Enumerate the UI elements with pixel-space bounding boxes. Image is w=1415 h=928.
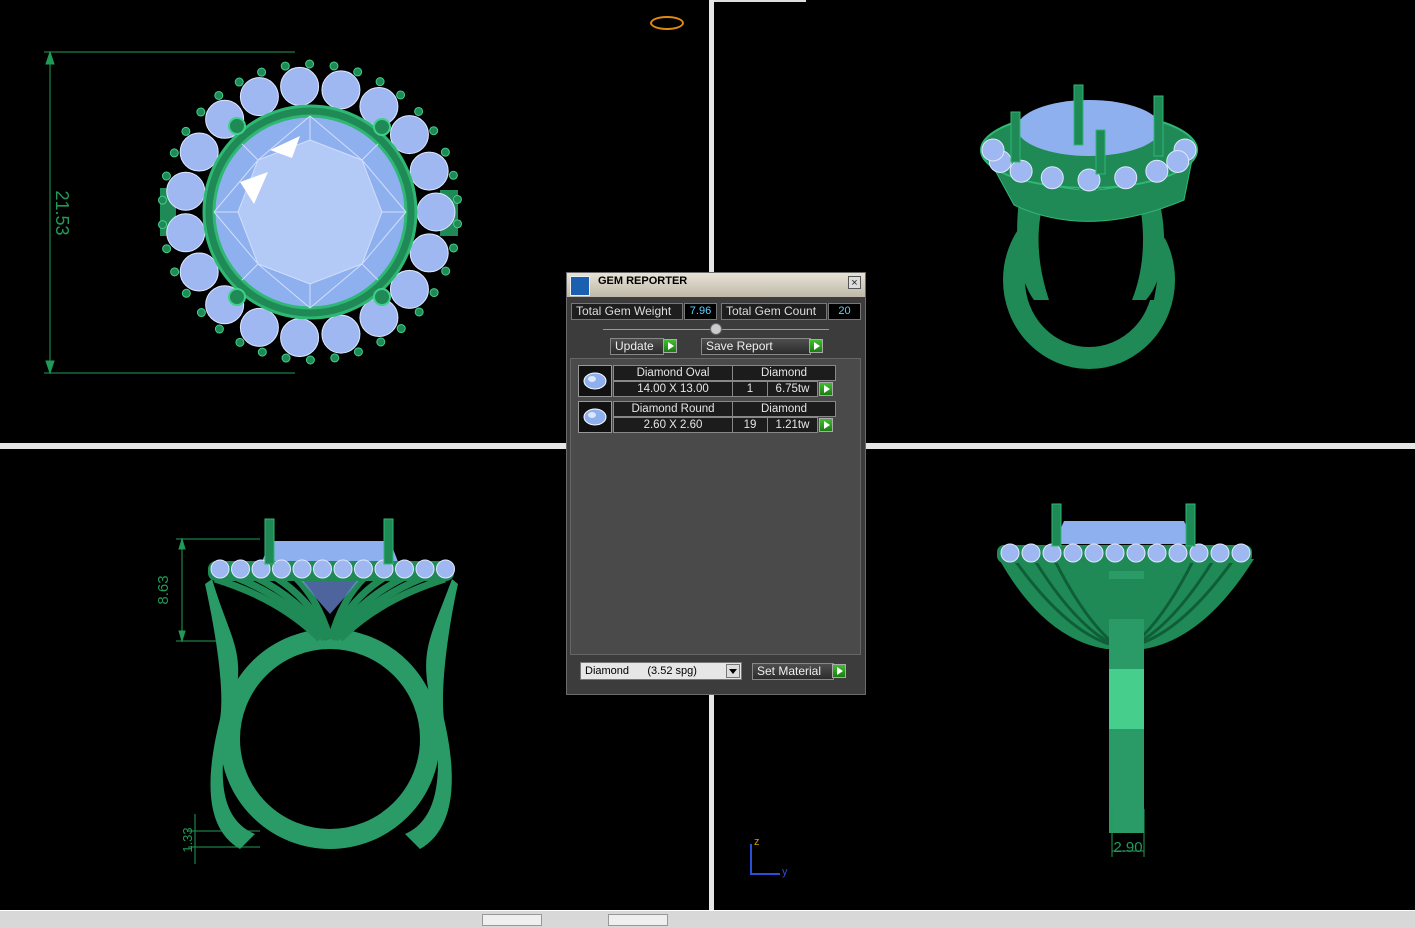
gem-row-arrow-icon[interactable]: [819, 418, 833, 432]
axis-triad: z y: [748, 836, 798, 878]
gem-size: 2.60 X 2.60: [613, 417, 733, 433]
top-height-dimension: 21.53: [52, 190, 72, 235]
gem-material: Diamond: [732, 365, 836, 381]
gem-reporter-titlebar[interactable]: GEM REPORTER ×: [567, 273, 865, 297]
gem-reporter-icon: [570, 276, 590, 296]
gem-count: 1: [732, 381, 768, 397]
gem-count: 19: [732, 417, 768, 433]
gem-row-arrow-icon[interactable]: [819, 382, 833, 396]
save-report-arrow-icon[interactable]: [809, 339, 823, 353]
total-weight-label: Total Gem Weight: [571, 303, 683, 320]
total-count-value: 20: [828, 303, 861, 320]
collapse-toggle-icon[interactable]: [710, 323, 722, 335]
set-material-button[interactable]: Set Material: [752, 663, 834, 680]
gem-name: Diamond Oval: [613, 365, 733, 381]
update-button[interactable]: Update: [610, 338, 664, 355]
gem-weight: 1.21tw: [767, 417, 818, 433]
gem-list[interactable]: Diamond Oval Diamond 14.00 X 13.00 1 6.7…: [570, 358, 861, 655]
update-label: Update: [615, 339, 654, 353]
total-count-label: Total Gem Count: [721, 303, 827, 320]
front-height-dimension: 8.63: [155, 575, 172, 604]
gem-reporter-panel: GEM REPORTER × Total Gem Weight 7.96 Tot…: [566, 272, 866, 695]
axis-y-label: y: [782, 866, 788, 878]
orientation-gizmo-icon[interactable]: [650, 16, 684, 30]
set-material-label: Set Material: [757, 664, 822, 678]
taskbar: [0, 910, 1415, 928]
material-select-value: Diamond (3.52 spg): [585, 665, 697, 677]
chevron-down-icon[interactable]: [726, 664, 740, 678]
axis-z-label: z: [754, 836, 760, 848]
taskbar-button[interactable]: [482, 914, 542, 926]
gem-name: Diamond Round: [613, 401, 733, 417]
material-select[interactable]: Diamond (3.52 spg): [580, 662, 742, 680]
gem-reporter-title: GEM REPORTER: [598, 275, 688, 287]
taskbar-button[interactable]: [608, 914, 668, 926]
right-width-dimension: 2.90: [1113, 839, 1142, 856]
front-shank-dimension: 1.33: [180, 827, 195, 852]
oval-gem-thumbnail-icon: [578, 365, 612, 397]
round-gem-thumbnail-icon: [578, 401, 612, 433]
update-arrow-icon[interactable]: [663, 339, 677, 353]
gem-weight: 6.75tw: [767, 381, 818, 397]
save-report-button[interactable]: Save Report: [701, 338, 811, 355]
total-weight-value: 7.96: [684, 303, 717, 320]
set-material-arrow-icon[interactable]: [832, 664, 846, 678]
gem-size: 14.00 X 13.00: [613, 381, 733, 397]
save-report-label: Save Report: [706, 339, 773, 353]
close-button[interactable]: ×: [848, 276, 861, 289]
gem-material: Diamond: [732, 401, 836, 417]
